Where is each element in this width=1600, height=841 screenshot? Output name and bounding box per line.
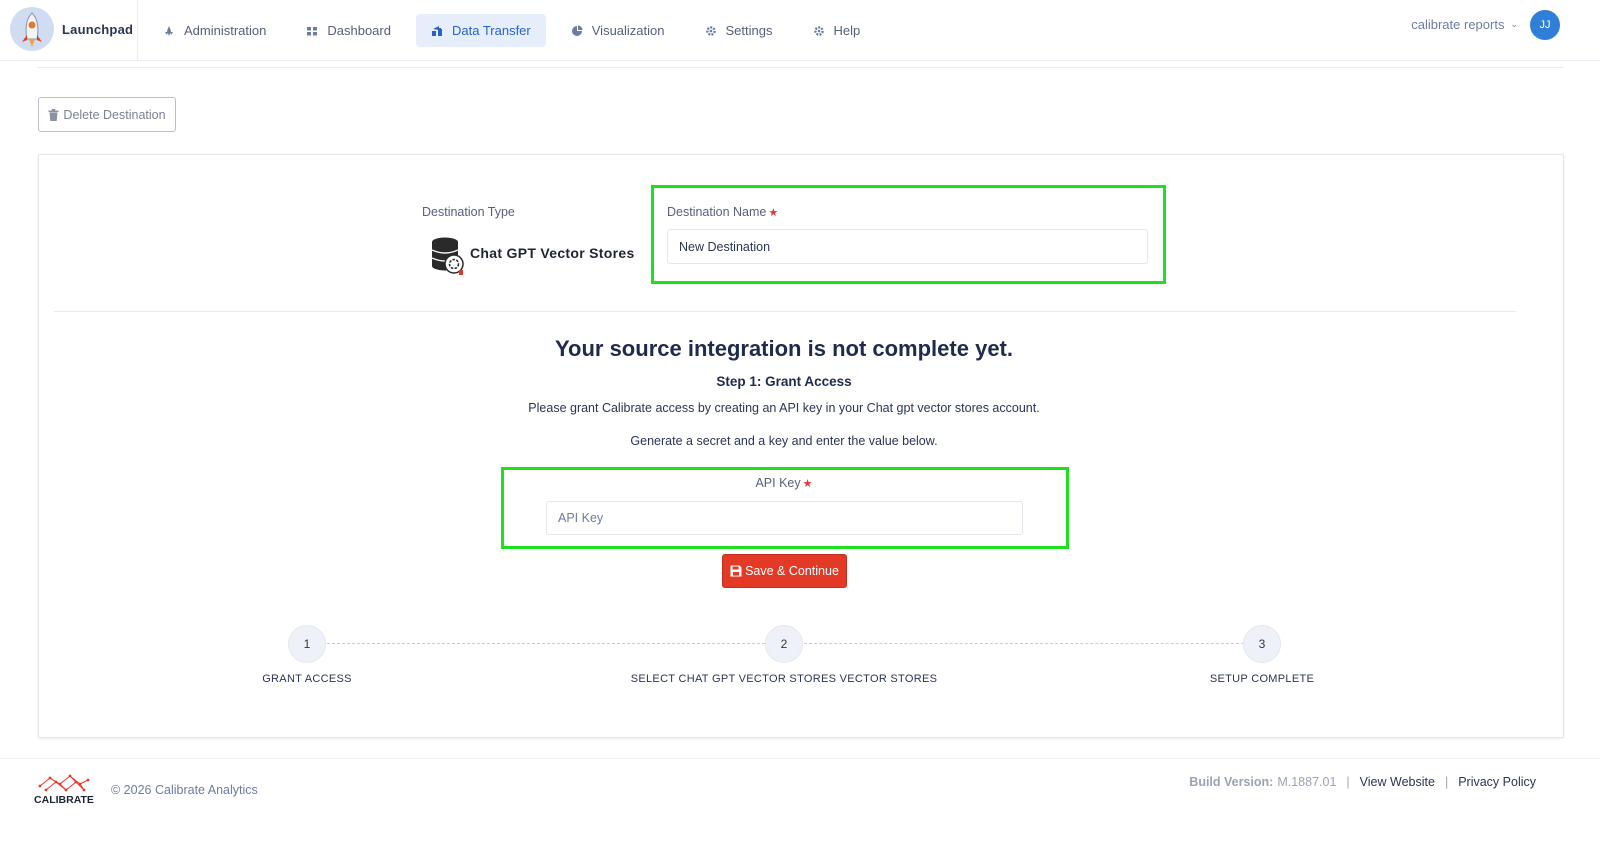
destination-name-input[interactable] <box>667 229 1148 264</box>
nav-item-administration[interactable]: Administration <box>148 14 281 47</box>
required-star-icon: ★ <box>768 207 779 219</box>
delete-destination-label: Delete Destination <box>63 107 166 122</box>
separator: | <box>1444 775 1449 789</box>
rocket-icon <box>163 25 175 37</box>
privacy-policy-link[interactable]: Privacy Policy <box>1458 775 1536 789</box>
chevron-down-icon: ⌄ <box>1510 19 1518 29</box>
trash-icon <box>48 108 59 121</box>
nav-label-data-transfer: Data Transfer <box>451 23 531 38</box>
save-continue-label: Save & Continue <box>745 564 839 578</box>
api-key-label: API Key ★ <box>0 476 1568 490</box>
view-website-link[interactable]: View Website <box>1360 775 1435 789</box>
stepper-connector <box>804 643 1244 644</box>
vector-store-database-icon <box>430 236 466 276</box>
nav-item-dashboard[interactable]: Dashboard <box>291 14 406 47</box>
build-version-label: Build Version: <box>1189 775 1274 789</box>
footer-links: Build Version: M.1887.01 | View Website … <box>1189 775 1536 789</box>
step-1-circle: 1 <box>288 625 326 663</box>
pie-icon <box>571 25 583 37</box>
destination-type-name: Chat GPT Vector Stores <box>470 245 635 261</box>
api-key-input[interactable] <box>546 501 1023 535</box>
build-version-value: M.1887.01 <box>1277 775 1337 789</box>
nav-item-settings[interactable]: Settings <box>690 14 788 47</box>
nav-label-help: Help <box>833 23 861 38</box>
nav-label-visualization: Visualization <box>591 23 665 38</box>
required-star-icon: ★ <box>802 478 813 490</box>
stepper-connector <box>327 643 765 644</box>
avatar[interactable]: JJ <box>1530 10 1560 40</box>
gear-icon <box>813 25 825 37</box>
instruction-text-1: Please grant Calibrate access by creatin… <box>528 401 1040 415</box>
transfer-icon <box>431 25 443 37</box>
api-key-label-text: API Key <box>755 476 801 490</box>
instruction-text-2: Generate a secret and a key and enter th… <box>630 434 938 448</box>
divider <box>54 311 1516 312</box>
nav-item-visualization[interactable]: Visualization <box>556 14 680 47</box>
divider <box>38 67 1564 68</box>
step-1-label: GRANT ACCESS <box>262 673 352 685</box>
integration-heading: Your source integration is not complete … <box>554 336 1013 361</box>
account-dropdown[interactable]: calibrate reports ⌄ <box>1411 17 1518 32</box>
main-nav: Administration Dashboard Data Transfer V… <box>148 14 885 47</box>
save-continue-button[interactable]: Save & Continue <box>722 554 847 588</box>
step-3-circle: 3 <box>1243 625 1281 663</box>
destination-name-label: Destination Name ★ <box>667 205 778 219</box>
brand-name: Launchpad <box>62 22 134 37</box>
nav-item-help[interactable]: Help <box>798 14 876 47</box>
nav-label-dashboard: Dashboard <box>327 23 391 38</box>
step-2-circle: 2 <box>765 625 803 663</box>
nav-label-administration: Administration <box>184 23 267 38</box>
step-title: Step 1: Grant Access <box>716 374 852 389</box>
destination-name-label-text: Destination Name <box>667 205 767 219</box>
launchpad-rocket-logo <box>10 7 54 51</box>
gear-icon <box>705 25 717 37</box>
top-navbar: Launchpad Administration Dashboard Data … <box>0 0 1600 61</box>
calibrate-logo-text: CALIBRATE <box>34 794 94 806</box>
destination-type-label: Destination Type <box>422 205 515 219</box>
brand[interactable]: Launchpad <box>0 0 138 61</box>
account-name: calibrate reports <box>1411 17 1505 32</box>
grid-icon <box>306 25 318 37</box>
step-2-label: SELECT CHAT GPT VECTOR STORES VECTOR STO… <box>630 673 938 685</box>
separator: | <box>1346 775 1350 789</box>
nav-item-data-transfer[interactable]: Data Transfer <box>415 14 546 47</box>
footer-divider <box>0 758 1600 759</box>
calibrate-logo: CALIBRATE <box>32 772 96 810</box>
save-icon <box>730 565 742 577</box>
nav-label-settings: Settings <box>725 23 773 38</box>
step-3-label: SETUP COMPLETE <box>1209 673 1315 685</box>
delete-destination-button[interactable]: Delete Destination <box>38 97 176 132</box>
copyright-text: © 2026 Calibrate Analytics <box>111 783 258 797</box>
